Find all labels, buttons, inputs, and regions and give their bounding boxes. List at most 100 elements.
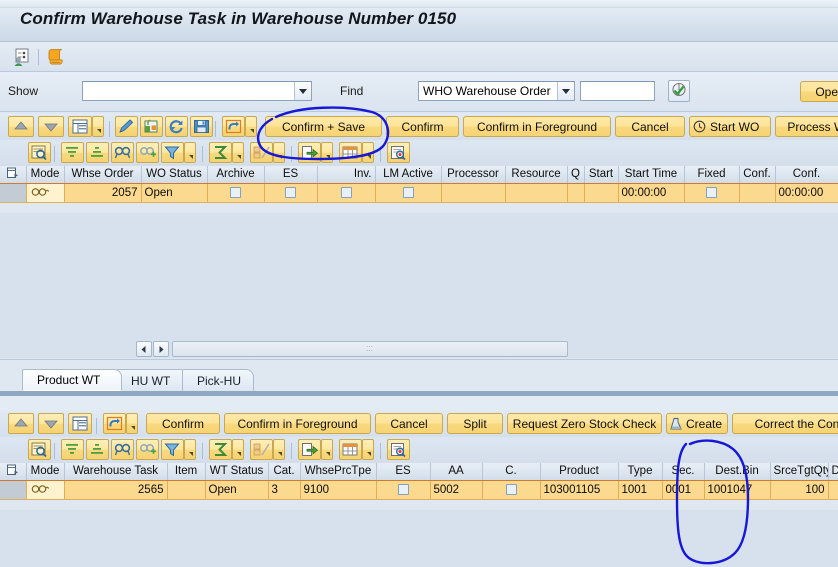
lower-print-preview-icon[interactable] bbox=[387, 439, 410, 460]
lower-find-next-icon[interactable] bbox=[136, 439, 159, 460]
col-type[interactable]: Type bbox=[618, 463, 663, 481]
export-icon[interactable] bbox=[298, 142, 321, 163]
lower-subtotal-icon[interactable] bbox=[250, 439, 273, 460]
personalize-icon[interactable] bbox=[12, 47, 32, 67]
layout-table-icon[interactable] bbox=[339, 142, 362, 163]
col-conf-2[interactable]: Conf. bbox=[775, 166, 838, 184]
lower-layout-icon[interactable] bbox=[68, 413, 92, 434]
col-product[interactable]: Product bbox=[540, 463, 619, 481]
save-icon[interactable] bbox=[190, 116, 213, 137]
cell-warehouse-task[interactable]: 2565 bbox=[64, 480, 168, 500]
col-start[interactable]: Start bbox=[584, 166, 619, 184]
sort-descending-icon[interactable] bbox=[86, 142, 109, 163]
col-mode[interactable]: Mode bbox=[26, 166, 65, 184]
lower-undo-dropdown[interactable] bbox=[126, 413, 138, 434]
c-checkbox[interactable] bbox=[505, 483, 517, 495]
cell-whse-prc-tpe[interactable]: 9100 bbox=[300, 480, 377, 500]
es-checkbox[interactable] bbox=[397, 483, 409, 495]
cell-q[interactable] bbox=[567, 183, 585, 203]
nav-up-button[interactable] bbox=[8, 116, 34, 137]
cell-srce-tgt-qty[interactable]: 100 bbox=[770, 480, 829, 500]
undo-dropdown[interactable] bbox=[245, 116, 257, 137]
select-all-header[interactable] bbox=[0, 166, 27, 184]
chevron-down-icon[interactable] bbox=[294, 82, 311, 100]
tab-pick-hu[interactable]: Pick-HU bbox=[182, 369, 254, 391]
correct-confirmation-button[interactable]: Correct the Con bbox=[732, 413, 838, 434]
cell-start[interactable] bbox=[584, 183, 619, 203]
process-wt-button[interactable]: Process WT bbox=[775, 116, 838, 137]
cell-mode[interactable] bbox=[26, 183, 65, 203]
col-fixed[interactable]: Fixed bbox=[684, 166, 740, 184]
col-es[interactable]: ES bbox=[376, 463, 431, 481]
col-wt-status[interactable]: WT Status bbox=[205, 463, 269, 481]
cell-whse-order[interactable]: 2057 bbox=[64, 183, 142, 203]
col-dest-bin[interactable]: Dest.Bin bbox=[704, 463, 771, 481]
refresh-icon[interactable] bbox=[165, 116, 188, 137]
cell-inv[interactable] bbox=[317, 183, 376, 203]
col-resource[interactable]: Resource bbox=[505, 166, 568, 184]
inv-checkbox[interactable] bbox=[340, 186, 352, 198]
col-whse-prc-tpe[interactable]: WhsePrcTpe bbox=[300, 463, 377, 481]
cell-aa[interactable]: 5002 bbox=[430, 480, 483, 500]
scroll-left-button[interactable] bbox=[136, 341, 152, 357]
lower-find-icon[interactable] bbox=[111, 439, 134, 460]
sort-ascending-icon[interactable] bbox=[61, 142, 84, 163]
chevron-down-icon[interactable] bbox=[557, 82, 574, 100]
col-mode[interactable]: Mode bbox=[26, 463, 65, 481]
cell-wo-status[interactable]: Open bbox=[141, 183, 208, 203]
col-processor[interactable]: Processor bbox=[441, 166, 506, 184]
find-input[interactable] bbox=[580, 81, 655, 101]
lm-active-checkbox[interactable] bbox=[402, 186, 414, 198]
cell-es[interactable] bbox=[376, 480, 431, 500]
cell-type[interactable]: 1001 bbox=[618, 480, 663, 500]
cell-resource[interactable] bbox=[505, 183, 568, 203]
col-conf-1[interactable]: Conf. bbox=[739, 166, 776, 184]
lower-subtotal-dropdown[interactable] bbox=[273, 439, 285, 460]
cell-conf-1[interactable] bbox=[739, 183, 776, 203]
split-button[interactable]: Split bbox=[447, 413, 503, 434]
col-c[interactable]: C. bbox=[482, 463, 541, 481]
cell-fixed[interactable] bbox=[684, 183, 740, 203]
nav-down-button[interactable] bbox=[38, 116, 64, 137]
lower-export-icon[interactable] bbox=[298, 439, 321, 460]
cell-mode[interactable] bbox=[26, 480, 65, 500]
col-q[interactable]: Q bbox=[567, 166, 585, 184]
col-cat[interactable]: Cat. bbox=[268, 463, 301, 481]
open-button[interactable]: Open bbox=[800, 81, 838, 102]
lower-nav-up-button[interactable] bbox=[8, 413, 34, 434]
find-icon[interactable] bbox=[111, 142, 134, 163]
find-type-select[interactable]: WHO Warehouse Order bbox=[418, 81, 575, 101]
table-row[interactable]: 2057 Open 00:00:00 00:00:00 bbox=[0, 183, 838, 203]
scroll-thumb[interactable]: ⋯ ⋯ bbox=[172, 341, 568, 357]
lower-confirm-button[interactable]: Confirm bbox=[146, 413, 220, 434]
lower-layout-table-icon[interactable] bbox=[339, 439, 362, 460]
cell-product[interactable]: 103001105 bbox=[540, 480, 619, 500]
lower-undo-icon[interactable] bbox=[103, 413, 126, 434]
col-start-time[interactable]: Start Time bbox=[618, 166, 685, 184]
lower-cancel-button[interactable]: Cancel bbox=[375, 413, 443, 434]
lower-filter-icon[interactable] bbox=[161, 439, 184, 460]
cell-processor[interactable] bbox=[441, 183, 506, 203]
fixed-checkbox[interactable] bbox=[706, 186, 717, 198]
row-selector[interactable] bbox=[0, 183, 27, 203]
total-sum-icon[interactable] bbox=[209, 142, 232, 163]
undo-icon[interactable] bbox=[222, 116, 245, 137]
lower-export-dropdown[interactable] bbox=[321, 439, 333, 460]
archive-checkbox[interactable] bbox=[230, 186, 241, 198]
cell-cat[interactable]: 3 bbox=[268, 480, 301, 500]
layout-dropdown[interactable] bbox=[92, 116, 104, 137]
col-srce-tgt-qty[interactable]: SrceTgtQty bbox=[770, 463, 829, 481]
table-row[interactable]: 2565 Open 3 9100 5002 103001105 1001 000… bbox=[0, 480, 838, 500]
col-es[interactable]: ES bbox=[264, 166, 318, 184]
lower-total-dropdown[interactable] bbox=[232, 439, 244, 460]
scroll-right-button[interactable] bbox=[153, 341, 169, 357]
cell-es[interactable] bbox=[264, 183, 318, 203]
cell-item[interactable] bbox=[167, 480, 206, 500]
print-preview-icon[interactable] bbox=[387, 142, 410, 163]
cell-archive[interactable] bbox=[207, 183, 265, 203]
confirm-save-button[interactable]: Confirm + Save bbox=[265, 116, 382, 137]
select-all-header[interactable] bbox=[0, 463, 27, 481]
scroll-icon[interactable] bbox=[46, 47, 66, 67]
lower-nav-down-button[interactable] bbox=[38, 413, 64, 434]
col-aa[interactable]: AA bbox=[430, 463, 483, 481]
